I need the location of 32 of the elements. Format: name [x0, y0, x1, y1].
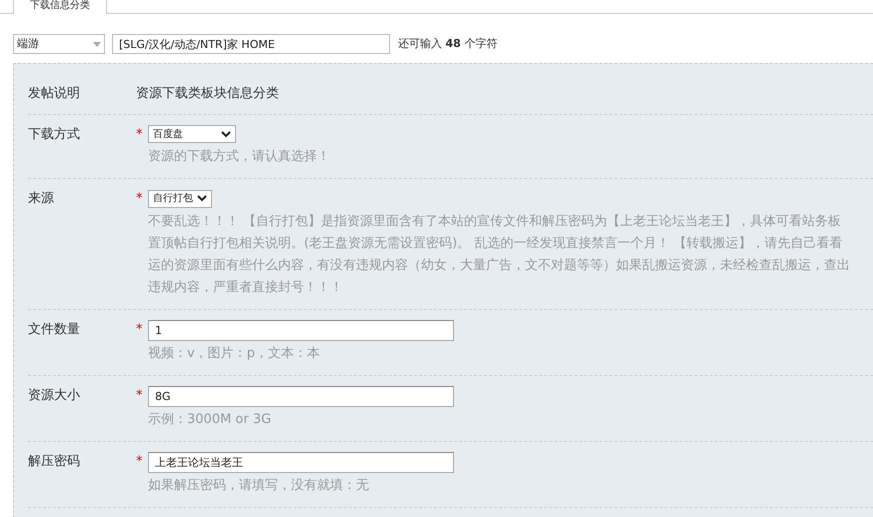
field-label: 来源 [28, 190, 55, 208]
required-mark: * [136, 190, 142, 208]
hint-text: 不要乱选！！！ 【自行打包】是指资源里面含有了本站的宣传文件和解压密码为【上老王论坛当老王】，具体可看站务板 [148, 212, 842, 230]
field-label: 解压密码 [28, 452, 81, 470]
required-mark: * [136, 321, 142, 340]
hint-text: 置顶帖自行打包相关说明。(老王盘资源无需设置密码)。 乱选的一经发现直接禁言一个月！ 【转载搬运】，请先自己看看 [148, 234, 844, 252]
chevron-down-icon [197, 195, 207, 202]
required-mark: * [136, 453, 142, 472]
subject-input[interactable]: [SLG/汉化/动态/NTR]家 HOME [112, 34, 390, 54]
hint-text: 运的资源里面有些什么内容，有没有违规内容（幼女，大量广告，文不对题等等）如果乱搬运资源，未经检查乱搬运，查出 [148, 256, 850, 274]
field-label: 资源大小 [28, 386, 81, 404]
hint-text: 示例：3000M or 3G [148, 410, 272, 428]
field-label: 文件数量 [28, 320, 81, 338]
field-label: 下载方式 [28, 126, 81, 144]
required-mark: * [136, 387, 142, 406]
caret-icon [93, 42, 101, 46]
char-count-text: 还可输入 48 个字符 [398, 36, 498, 52]
required-mark: * [136, 126, 142, 144]
hint-text: 如果解压密码，请填写，没有就填：无 [148, 476, 370, 494]
hint-text: 资源的下载方式，请认真选择！ [148, 148, 330, 166]
hint-text: 视频：v，图片：p，文本：本 [148, 344, 321, 362]
tab[interactable]: 下载信息分类 [13, 0, 107, 14]
select-dropdown[interactable]: 自行打包 [148, 190, 212, 208]
text-input[interactable]: 8G [148, 386, 454, 406]
chevron-down-icon [221, 130, 231, 138]
field-label: 发帖说明 [28, 85, 81, 103]
category-select[interactable]: 端游 [13, 34, 105, 54]
text-input[interactable]: 上老王论坛当老王 [148, 452, 454, 472]
select-dropdown[interactable]: 百度盘 [148, 125, 236, 144]
info-text: 资源下载类板块信息分类 [136, 85, 279, 103]
text-input[interactable]: 1 [148, 320, 454, 340]
hint-text: 违规内容，严重者直接封号！！！ [148, 278, 344, 296]
